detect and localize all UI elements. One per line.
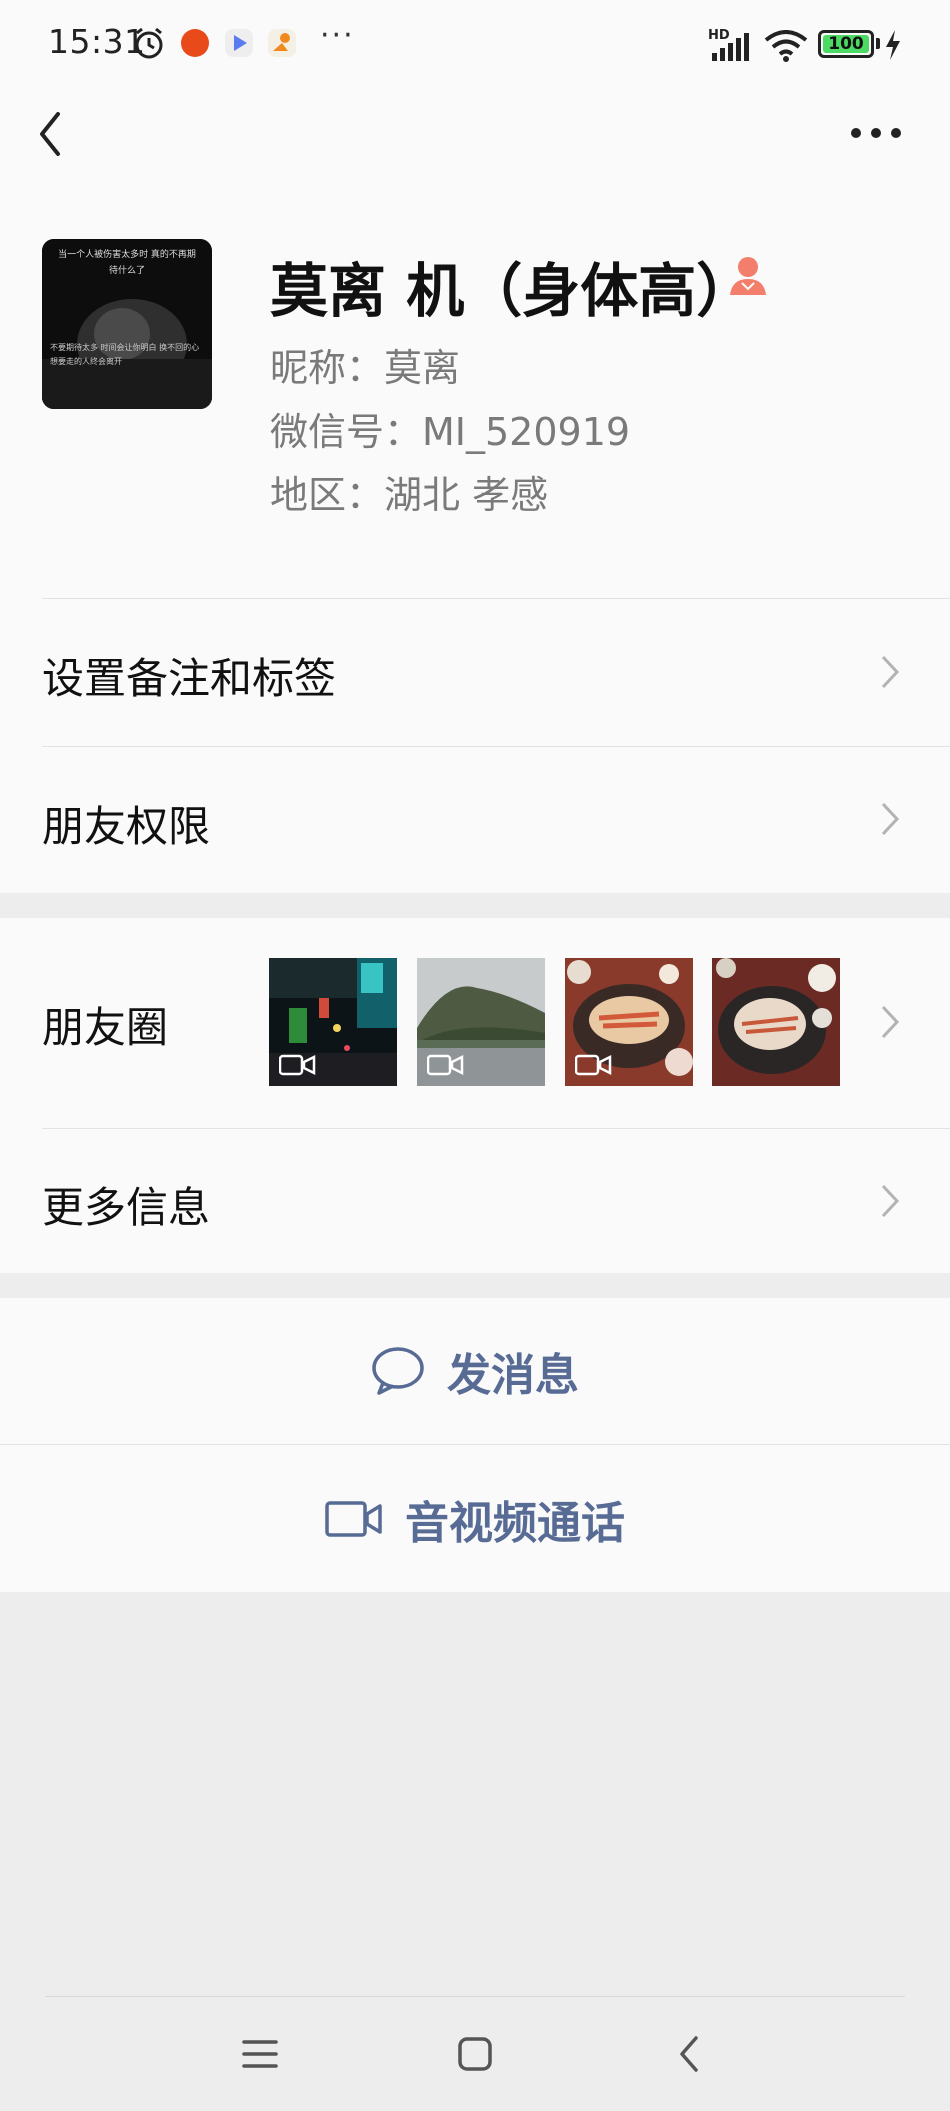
- avatar-caption-bottom: 不要期待太多 时间会让你明白 换不回的心 想要走的人终会离开: [50, 343, 200, 366]
- female-icon: [730, 257, 766, 295]
- avatar[interactable]: 当一个人被伤害太多时 真的不再期待什么了 不要期待太多 时间会让你明白 换不回的…: [42, 239, 212, 409]
- chevron-right-icon: [881, 1005, 900, 1039]
- more-dots-icon[interactable]: [848, 118, 904, 148]
- region-line: 地区：湖北 孝感: [270, 473, 549, 517]
- nav-divider: [45, 1996, 905, 1997]
- chevron-right-icon: [881, 802, 900, 836]
- wechat-id-line: 微信号：MI_520919: [270, 410, 631, 454]
- status-time: 15:31: [48, 22, 146, 61]
- video-camera-icon: [279, 1054, 316, 1076]
- video-camera-icon: [575, 1054, 612, 1076]
- row-more-info-label: 更多信息: [42, 1183, 211, 1232]
- send-message-label: 发消息: [447, 1350, 579, 1401]
- moments-thumb-food-table[interactable]: [712, 958, 840, 1086]
- section-gap: [0, 1273, 950, 1298]
- status-bar: 15:31 ··· HD 100: [0, 0, 950, 90]
- nickname-line: 昵称：莫离: [270, 346, 461, 390]
- battery-level: 100: [823, 35, 869, 53]
- thumb-image: [712, 958, 840, 1086]
- moments-thumb-food-plate[interactable]: [565, 958, 693, 1086]
- video-camera-icon: [427, 1054, 464, 1076]
- status-more: ···: [320, 18, 355, 53]
- app-icon: [181, 29, 209, 57]
- back-icon[interactable]: [670, 2034, 710, 2074]
- home-icon[interactable]: [455, 2034, 495, 2074]
- row-remark-tags-label: 设置备注和标签: [42, 654, 337, 703]
- moments-thumb-night-street[interactable]: [269, 958, 397, 1086]
- video-call-label: 音视频通话: [405, 1497, 625, 1549]
- alarm-icon: [135, 27, 163, 59]
- video-app-icon: [225, 29, 253, 57]
- wifi-icon: [764, 30, 808, 62]
- battery-icon: 100: [818, 30, 874, 58]
- charging-icon: [886, 30, 900, 60]
- back-chevron-icon[interactable]: [30, 108, 74, 160]
- row-more-info[interactable]: 更多信息: [0, 1129, 950, 1273]
- send-message-button[interactable]: 发消息: [0, 1298, 950, 1444]
- chevron-right-icon: [881, 1184, 900, 1218]
- moments-thumb-mountain[interactable]: [417, 958, 545, 1086]
- signal-icon: [712, 33, 749, 61]
- section-gap: [0, 893, 950, 918]
- row-remark-tags[interactable]: 设置备注和标签: [0, 599, 950, 746]
- video-call-button[interactable]: 音视频通话: [0, 1445, 950, 1592]
- display-name: 莫离 机（身体高）: [270, 257, 755, 325]
- video-camera-icon: [325, 1500, 382, 1537]
- row-moments-label: 朋友圈: [42, 1003, 169, 1052]
- chevron-right-icon: [881, 655, 900, 689]
- delivery-app-icon: [268, 29, 296, 57]
- chat-bubble-icon: [372, 1347, 424, 1395]
- menu-icon[interactable]: [240, 2034, 280, 2074]
- row-permissions[interactable]: 朋友权限: [0, 747, 950, 894]
- avatar-caption-top: 当一个人被伤害太多时 真的不再期待什么了: [58, 250, 196, 276]
- row-permissions-label: 朋友权限: [42, 802, 211, 851]
- battery-cap: [876, 38, 880, 49]
